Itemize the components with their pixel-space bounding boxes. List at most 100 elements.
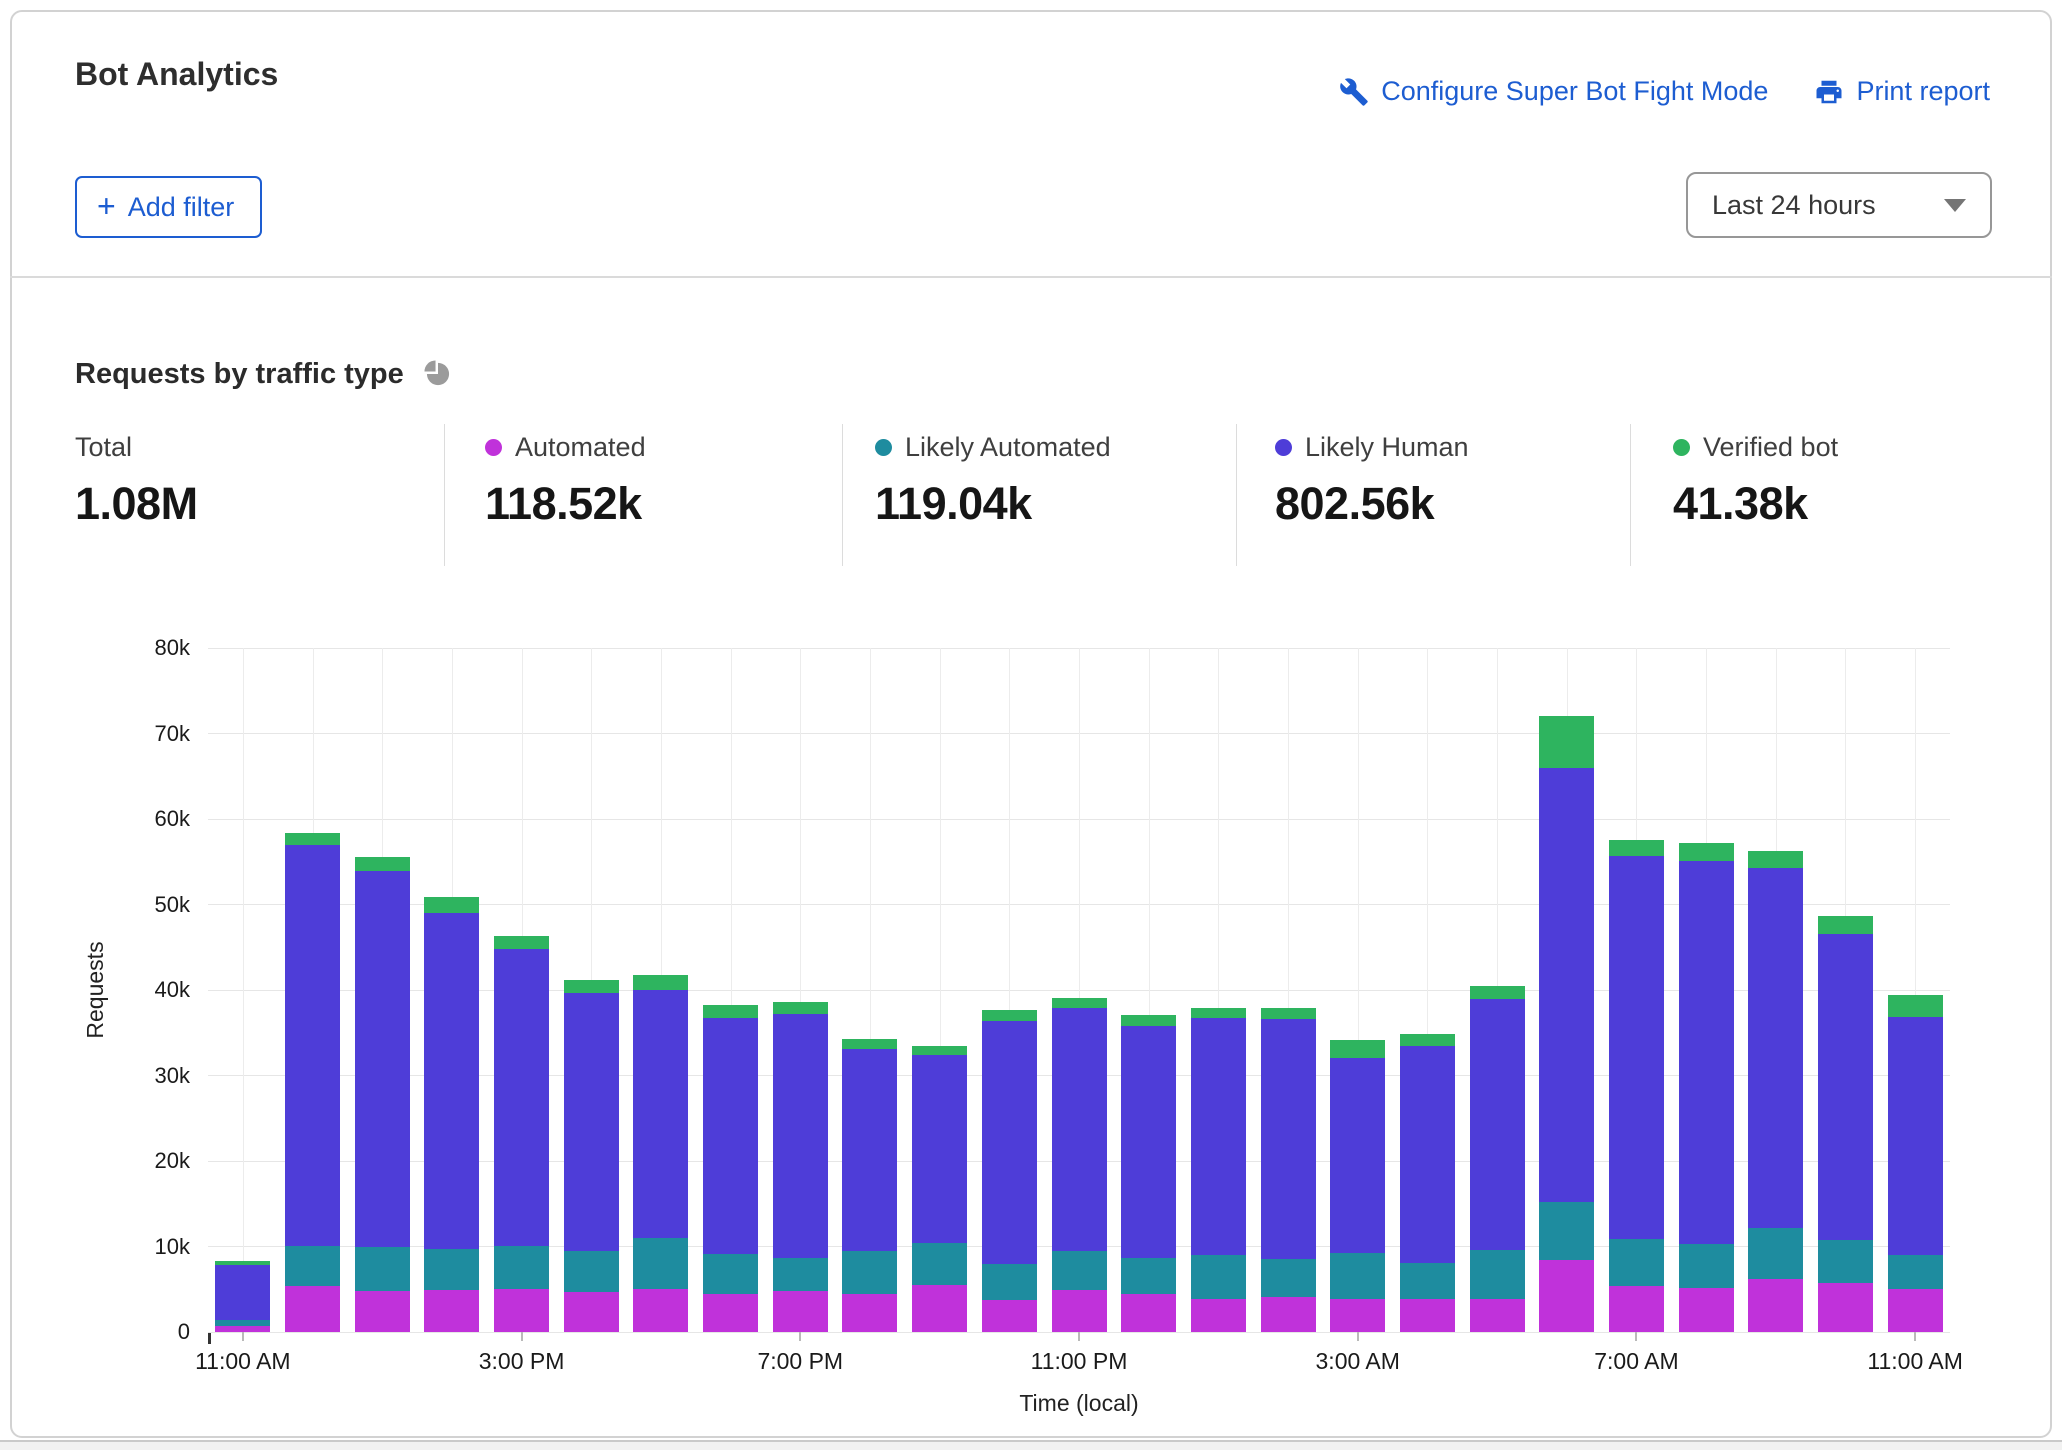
bar-segment-likely_human xyxy=(215,1265,270,1320)
bar-4-00-pm[interactable] xyxy=(564,980,619,1332)
bar-segment-automated xyxy=(982,1300,1037,1332)
bar-11-00-pm[interactable] xyxy=(1052,998,1107,1332)
bar-6-00-am[interactable] xyxy=(1539,716,1594,1332)
y-tick-label: 20k xyxy=(104,1148,190,1174)
bar-9-00-pm[interactable] xyxy=(912,1046,967,1332)
bar-11-00-am[interactable] xyxy=(1888,995,1943,1332)
stat-likely-human: Likely Human802.56k xyxy=(1275,432,1469,530)
section-title: Requests by traffic type xyxy=(75,358,404,391)
time-range-dropdown[interactable]: Last 24 hours xyxy=(1686,172,1992,238)
legend-dot xyxy=(485,439,502,456)
time-range-value: Last 24 hours xyxy=(1688,190,1944,221)
bar-1-00-am[interactable] xyxy=(1191,1008,1246,1332)
bar-segment-verified_bot xyxy=(564,980,619,993)
bar-5-00-pm[interactable] xyxy=(633,975,688,1332)
bar-segment-likely_human xyxy=(633,990,688,1238)
bar-segment-verified_bot xyxy=(773,1002,828,1014)
add-filter-button[interactable]: + Add filter xyxy=(75,176,262,238)
bar-segment-likely_automated xyxy=(703,1254,758,1293)
stat-value: 118.52k xyxy=(485,478,646,530)
bar-segment-automated xyxy=(1539,1260,1594,1332)
stat-verified-bot: Verified bot41.38k xyxy=(1673,432,1838,530)
bar-3-00-pm[interactable] xyxy=(494,936,549,1332)
pie-chart-icon xyxy=(422,358,454,395)
bar-8-00-pm[interactable] xyxy=(842,1039,897,1332)
bar-segment-likely_automated xyxy=(1052,1251,1107,1290)
bar-segment-likely_human xyxy=(564,993,619,1251)
bar-1-00-pm[interactable] xyxy=(355,857,410,1332)
bar-segment-automated xyxy=(1679,1288,1734,1332)
bar-7-00-pm[interactable] xyxy=(773,1002,828,1332)
bar-7-00-am[interactable] xyxy=(1609,840,1664,1332)
plot-area: Requests 010k20k30k40k50k60k70k80k11:00 … xyxy=(208,648,1950,1332)
bar-9-00-am[interactable] xyxy=(1748,851,1803,1332)
bar-segment-automated xyxy=(1261,1297,1316,1332)
bar-segment-verified_bot xyxy=(1400,1034,1455,1046)
bar-segment-likely_automated xyxy=(1539,1202,1594,1260)
bar-segment-automated xyxy=(1818,1283,1873,1332)
bar-segment-automated xyxy=(912,1285,967,1332)
print-report-link[interactable]: Print report xyxy=(1814,76,1990,107)
x-tick-label: 11:00 AM xyxy=(153,1348,333,1375)
bar-segment-likely_human xyxy=(1888,1017,1943,1256)
bar-segment-verified_bot xyxy=(424,897,479,913)
bar-segment-likely_human xyxy=(1748,868,1803,1228)
v-gridline xyxy=(243,648,244,1332)
bar-segment-verified_bot xyxy=(1748,851,1803,868)
stat-label: Verified bot xyxy=(1703,432,1838,463)
bar-segment-likely_human xyxy=(494,949,549,1246)
bar-segment-automated xyxy=(1330,1299,1385,1332)
bar-10-00-am[interactable] xyxy=(1818,916,1873,1332)
x-axis-origin-tick xyxy=(208,1332,211,1344)
legend-dot xyxy=(1673,439,1690,456)
bar-3-00-am[interactable] xyxy=(1330,1040,1385,1332)
bar-segment-automated xyxy=(494,1289,549,1332)
x-tick xyxy=(1078,1332,1080,1341)
bar-segment-verified_bot xyxy=(1539,716,1594,767)
configure-super-bot-fight-mode-link[interactable]: Configure Super Bot Fight Mode xyxy=(1339,76,1768,107)
bar-12-00-pm[interactable] xyxy=(285,833,340,1332)
header-links: Configure Super Bot Fight Mode Print rep… xyxy=(1339,76,1990,107)
stat-automated: Automated 118.52k xyxy=(485,432,646,530)
bar-8-00-am[interactable] xyxy=(1679,843,1734,1332)
bar-segment-automated xyxy=(1400,1299,1455,1332)
bar-10-00-pm[interactable] xyxy=(982,1010,1037,1332)
bar-2-00-pm[interactable] xyxy=(424,897,479,1332)
bar-segment-likely_automated xyxy=(424,1249,479,1290)
bar-segment-likely_human xyxy=(1121,1026,1176,1258)
page-title: Bot Analytics xyxy=(75,56,278,93)
bar-5-00-am[interactable] xyxy=(1470,986,1525,1332)
y-tick-label: 0 xyxy=(104,1319,190,1345)
stat-label: Automated xyxy=(515,432,646,463)
bar-segment-likely_automated xyxy=(355,1247,410,1291)
x-tick-label: 7:00 AM xyxy=(1546,1348,1726,1375)
x-tick-label: 3:00 PM xyxy=(432,1348,612,1375)
bar-segment-likely_automated xyxy=(773,1258,828,1290)
bar-segment-verified_bot xyxy=(1888,995,1943,1016)
bar-segment-likely_human xyxy=(1609,856,1664,1239)
bar-4-00-am[interactable] xyxy=(1400,1034,1455,1332)
x-tick-label: 11:00 AM xyxy=(1825,1348,2005,1375)
y-tick-label: 40k xyxy=(104,977,190,1003)
bar-segment-likely_human xyxy=(1330,1058,1385,1254)
stat-value: 802.56k xyxy=(1275,478,1469,530)
bar-segment-automated xyxy=(1888,1289,1943,1332)
bar-segment-likely_automated xyxy=(1400,1263,1455,1299)
bar-segment-automated xyxy=(773,1291,828,1332)
bar-6-00-pm[interactable] xyxy=(703,1005,758,1332)
bar-segment-automated xyxy=(1121,1294,1176,1332)
add-filter-label: Add filter xyxy=(128,192,235,223)
bar-2-00-am[interactable] xyxy=(1261,1008,1316,1332)
bar-segment-likely_human xyxy=(424,913,479,1249)
bar-11-00-am[interactable] xyxy=(215,1261,270,1332)
bar-12-00-am[interactable] xyxy=(1121,1015,1176,1332)
x-axis-title: Time (local) xyxy=(929,1390,1229,1417)
bar-segment-likely_automated xyxy=(494,1246,549,1290)
bar-segment-verified_bot xyxy=(703,1005,758,1019)
bar-segment-verified_bot xyxy=(1121,1015,1176,1026)
bar-segment-verified_bot xyxy=(1191,1008,1246,1018)
bar-segment-likely_human xyxy=(1191,1018,1246,1255)
bar-segment-likely_human xyxy=(1470,999,1525,1250)
bar-segment-verified_bot xyxy=(285,833,340,845)
bar-segment-likely_human xyxy=(1400,1046,1455,1262)
